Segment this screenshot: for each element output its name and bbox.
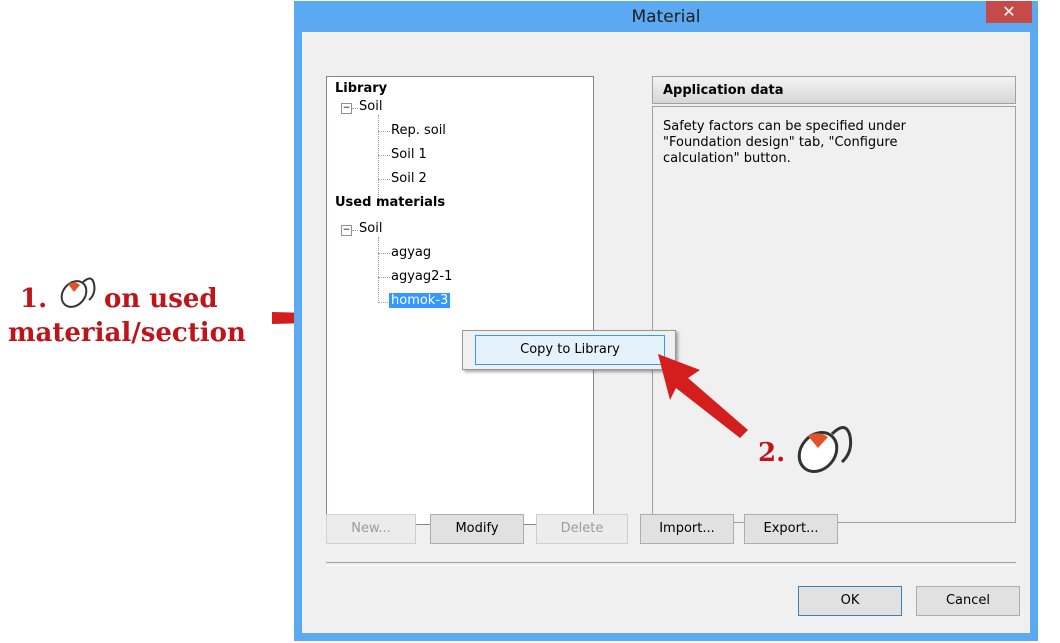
tree-line: [378, 155, 390, 156]
application-data-header: Application data: [652, 76, 1016, 104]
annotation-step1-line2: material/section: [8, 318, 246, 348]
tree-line: [352, 108, 358, 109]
context-menu: Copy to Library: [462, 330, 676, 370]
cancel-button[interactable]: Cancel: [916, 586, 1020, 616]
mouse-icon: [797, 426, 853, 473]
delete-button[interactable]: Delete: [536, 514, 628, 544]
tree-item-agyag2-1[interactable]: agyag2-1: [391, 269, 452, 284]
tree-item-rep-soil[interactable]: Rep. soil: [391, 123, 446, 138]
tree-line: [378, 253, 390, 254]
import-button[interactable]: Import...: [640, 514, 734, 544]
arrow-2: [658, 354, 748, 438]
tree-line: [378, 237, 379, 303]
tree-item-homok-3[interactable]: homok-3: [389, 293, 451, 308]
tree-line: [378, 302, 388, 303]
tree-library-heading: Library: [335, 81, 388, 96]
annotation-step2-number: 2.: [758, 438, 786, 468]
close-icon: ✕: [1002, 2, 1016, 21]
material-dialog: Material ✕ Library − Soil Rep. soil Soil…: [294, 1, 1038, 641]
application-data-text: Safety factors can be specified under "F…: [663, 119, 907, 166]
close-button[interactable]: ✕: [986, 1, 1032, 23]
annotation-step1-number: 1.: [20, 284, 48, 314]
tree-used-heading: Used materials: [335, 195, 446, 210]
title-bar: Material ✕: [294, 1, 1038, 31]
tree-line: [378, 179, 390, 180]
tree-line: [378, 131, 390, 132]
tree-item-soil-1[interactable]: Soil 1: [391, 147, 427, 162]
ok-button[interactable]: OK: [798, 586, 902, 616]
tree-line: [352, 230, 358, 231]
tree-used-soil[interactable]: Soil: [359, 221, 382, 236]
tree-library-soil[interactable]: Soil: [359, 99, 382, 114]
tree-line: [378, 277, 390, 278]
materials-tree[interactable]: Library − Soil Rep. soil Soil 1 Soil 2 U…: [326, 76, 594, 525]
divider: [326, 562, 1016, 566]
annotation-step1-tail: on used: [104, 284, 218, 314]
modify-button[interactable]: Modify: [430, 514, 524, 544]
tree-item-soil-2[interactable]: Soil 2: [391, 171, 427, 186]
tree-item-agyag[interactable]: agyag: [391, 245, 431, 260]
mouse-icon: [60, 277, 96, 308]
tree-line: [378, 115, 379, 199]
copy-to-library-menu-item[interactable]: Copy to Library: [475, 335, 665, 365]
collapse-icon[interactable]: −: [341, 225, 352, 236]
export-button[interactable]: Export...: [744, 514, 838, 544]
collapse-icon[interactable]: −: [341, 103, 352, 114]
new-button[interactable]: New...: [326, 514, 416, 544]
window-title: Material: [631, 7, 701, 27]
